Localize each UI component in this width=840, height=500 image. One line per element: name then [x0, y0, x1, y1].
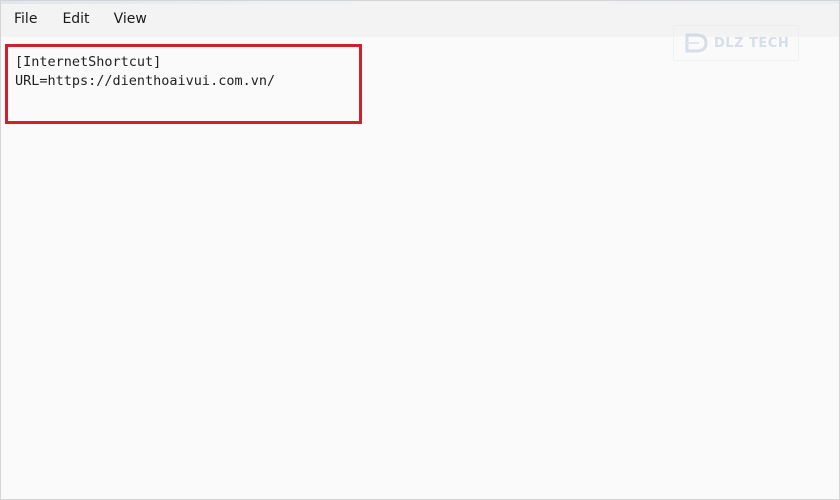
notepad-window: File Edit View [InternetShortcut] URL=ht…	[0, 0, 840, 500]
title-accent-strip	[1, 1, 839, 4]
watermark: DLZ TECH	[673, 25, 799, 61]
editor-content[interactable]: [InternetShortcut] URL=https://dienthoai…	[15, 53, 275, 91]
menu-view[interactable]: View	[102, 1, 159, 37]
editor-line-2: URL=https://dienthoaivui.com.vn/	[15, 73, 276, 89]
watermark-text: DLZ TECH	[714, 35, 790, 51]
editor-line-1: [InternetShortcut]	[15, 54, 162, 70]
dlz-logo-icon	[685, 33, 708, 53]
menu-edit[interactable]: Edit	[50, 1, 101, 37]
menu-file[interactable]: File	[1, 1, 50, 37]
text-editor-area[interactable]: [InternetShortcut] URL=https://dienthoai…	[1, 37, 839, 499]
